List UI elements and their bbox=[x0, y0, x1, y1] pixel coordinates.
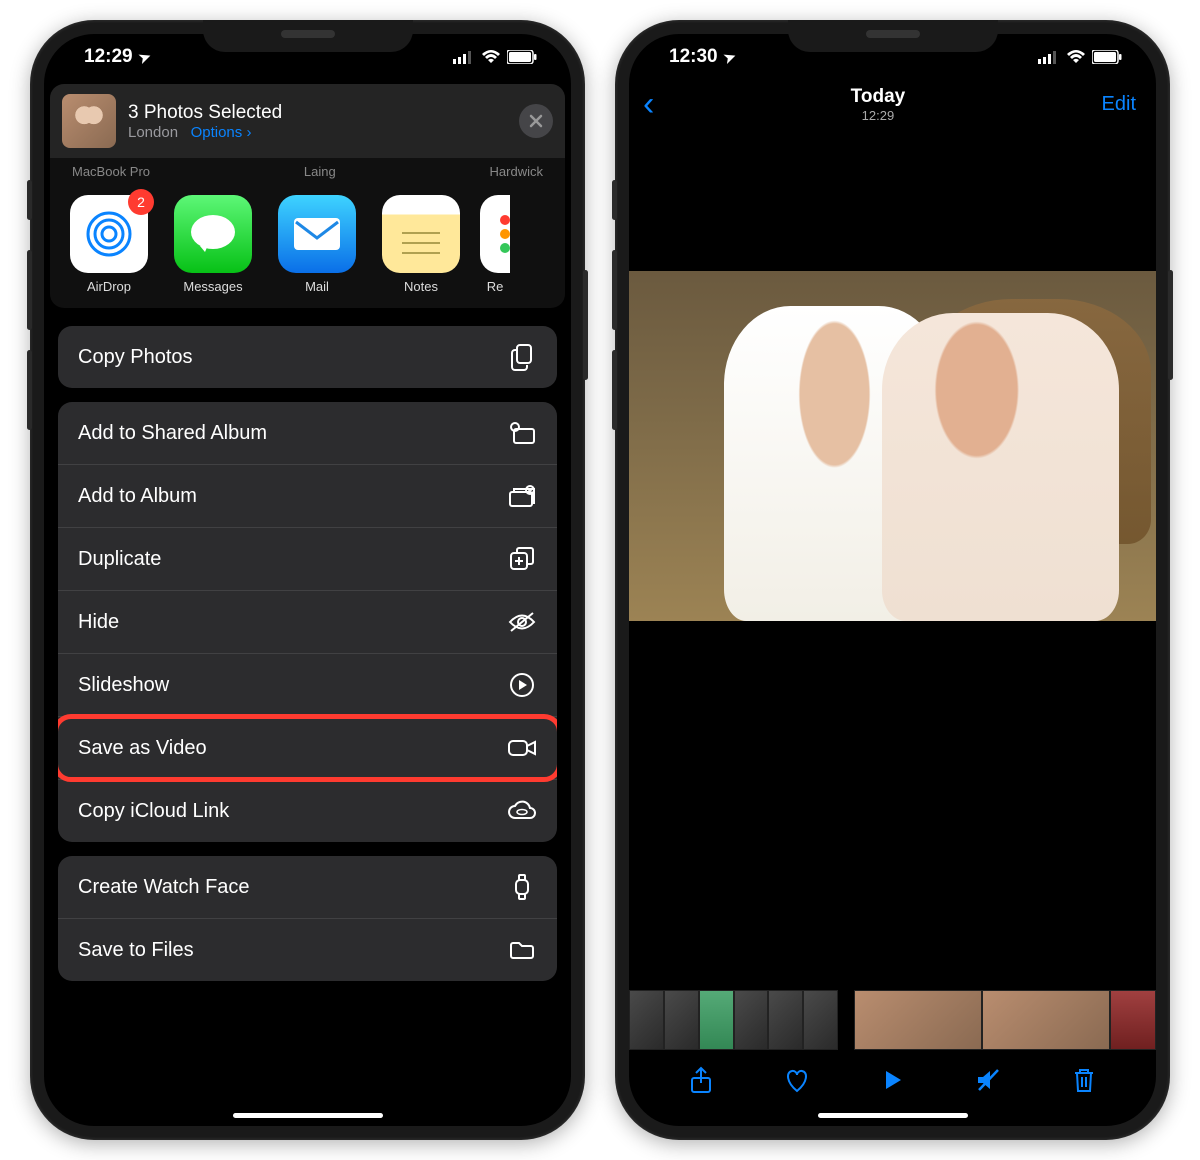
notes-icon bbox=[382, 195, 460, 273]
app-notes[interactable]: Notes bbox=[376, 195, 466, 294]
action-copy-icloud-link[interactable]: Copy iCloud Link bbox=[58, 780, 557, 842]
photo-toolbar bbox=[629, 1054, 1156, 1110]
signal-icon bbox=[1038, 51, 1060, 64]
app-airdrop[interactable]: 2 AirDrop bbox=[64, 195, 154, 294]
play-circle-icon bbox=[507, 672, 537, 698]
app-reminders[interactable]: Re bbox=[480, 195, 510, 294]
notch bbox=[788, 20, 998, 52]
selection-thumbnail bbox=[62, 94, 116, 148]
action-duplicate[interactable]: Duplicate bbox=[58, 528, 557, 591]
options-link[interactable]: Options › bbox=[191, 124, 252, 141]
app-mail[interactable]: Mail bbox=[272, 195, 362, 294]
watch-icon bbox=[507, 874, 537, 900]
photo-nav-bar: ‹ Today 12:29 Edit bbox=[629, 80, 1156, 131]
mail-icon bbox=[278, 195, 356, 273]
app-messages[interactable]: Messages bbox=[168, 195, 258, 294]
action-save-as-video[interactable]: Save as Video bbox=[58, 717, 557, 780]
action-add-album[interactable]: Add to Album bbox=[58, 465, 557, 528]
album-add-icon bbox=[507, 483, 537, 509]
airdrop-icon: 2 bbox=[70, 195, 148, 273]
edit-button[interactable]: Edit bbox=[1102, 93, 1136, 116]
battery-icon bbox=[507, 50, 537, 64]
play-button[interactable] bbox=[872, 1060, 912, 1100]
status-time: 12:29 bbox=[84, 46, 133, 68]
filmstrip-current[interactable] bbox=[854, 990, 982, 1050]
airdrop-target[interactable]: Hardwick bbox=[490, 164, 543, 179]
home-indicator[interactable] bbox=[233, 1113, 383, 1118]
photo-filmstrip[interactable] bbox=[629, 990, 1156, 1050]
screen-right: 12:30 ➤ ‹ Today 12:29 Edit bbox=[629, 34, 1156, 1126]
home-indicator[interactable] bbox=[818, 1113, 968, 1118]
wifi-icon bbox=[1066, 50, 1086, 64]
trash-button[interactable] bbox=[1064, 1060, 1104, 1100]
nav-subtitle: 12:29 bbox=[851, 108, 906, 123]
close-button[interactable] bbox=[519, 104, 553, 138]
reminders-icon bbox=[480, 195, 510, 273]
notch bbox=[203, 20, 413, 52]
favorite-button[interactable] bbox=[777, 1060, 817, 1100]
action-copy-photos[interactable]: Copy Photos bbox=[58, 326, 557, 388]
action-save-to-files[interactable]: Save to Files bbox=[58, 919, 557, 981]
share-subtitle: London Options › bbox=[128, 124, 507, 141]
badge: 2 bbox=[128, 189, 154, 215]
action-slideshow[interactable]: Slideshow bbox=[58, 654, 557, 717]
duplicate-icon bbox=[507, 546, 537, 572]
action-hide[interactable]: Hide bbox=[58, 591, 557, 654]
phone-right: 12:30 ➤ ‹ Today 12:29 Edit bbox=[615, 20, 1170, 1140]
action-create-watch-face[interactable]: Create Watch Face bbox=[58, 856, 557, 919]
wifi-icon bbox=[481, 50, 501, 64]
share-title: 3 Photos Selected bbox=[128, 102, 507, 124]
status-time: 12:30 bbox=[669, 46, 718, 68]
messages-icon bbox=[174, 195, 252, 273]
screen-left: 12:29 ➤ 3 Photos Selected London bbox=[44, 34, 571, 1126]
video-icon bbox=[507, 735, 537, 761]
cloud-link-icon bbox=[507, 798, 537, 824]
phone-left: 12:29 ➤ 3 Photos Selected London bbox=[30, 20, 585, 1140]
location-arrow-icon: ➤ bbox=[136, 47, 153, 67]
location-arrow-icon: ➤ bbox=[721, 47, 738, 67]
airdrop-target[interactable]: Laing bbox=[304, 164, 336, 179]
back-button[interactable]: ‹ bbox=[643, 94, 654, 114]
battery-icon bbox=[1092, 50, 1122, 64]
shared-album-icon bbox=[507, 420, 537, 446]
action-list: Copy Photos Add to Shared Album Add to A… bbox=[58, 326, 557, 981]
share-button[interactable] bbox=[681, 1060, 721, 1100]
share-sheet-header: 3 Photos Selected London Options › bbox=[50, 84, 565, 158]
mute-button[interactable] bbox=[968, 1060, 1008, 1100]
photo-viewer[interactable] bbox=[629, 271, 1156, 621]
signal-icon bbox=[453, 51, 475, 64]
folder-icon bbox=[507, 937, 537, 963]
copy-icon bbox=[507, 344, 537, 370]
airdrop-targets-row: MacBook Pro Laing Hardwick bbox=[50, 158, 565, 183]
hide-icon bbox=[507, 609, 537, 635]
share-apps-row[interactable]: 2 AirDrop Messages Mail Notes bbox=[50, 183, 565, 308]
airdrop-target[interactable]: MacBook Pro bbox=[72, 164, 150, 179]
nav-title: Today bbox=[851, 86, 906, 108]
action-add-shared-album[interactable]: Add to Shared Album bbox=[58, 402, 557, 465]
